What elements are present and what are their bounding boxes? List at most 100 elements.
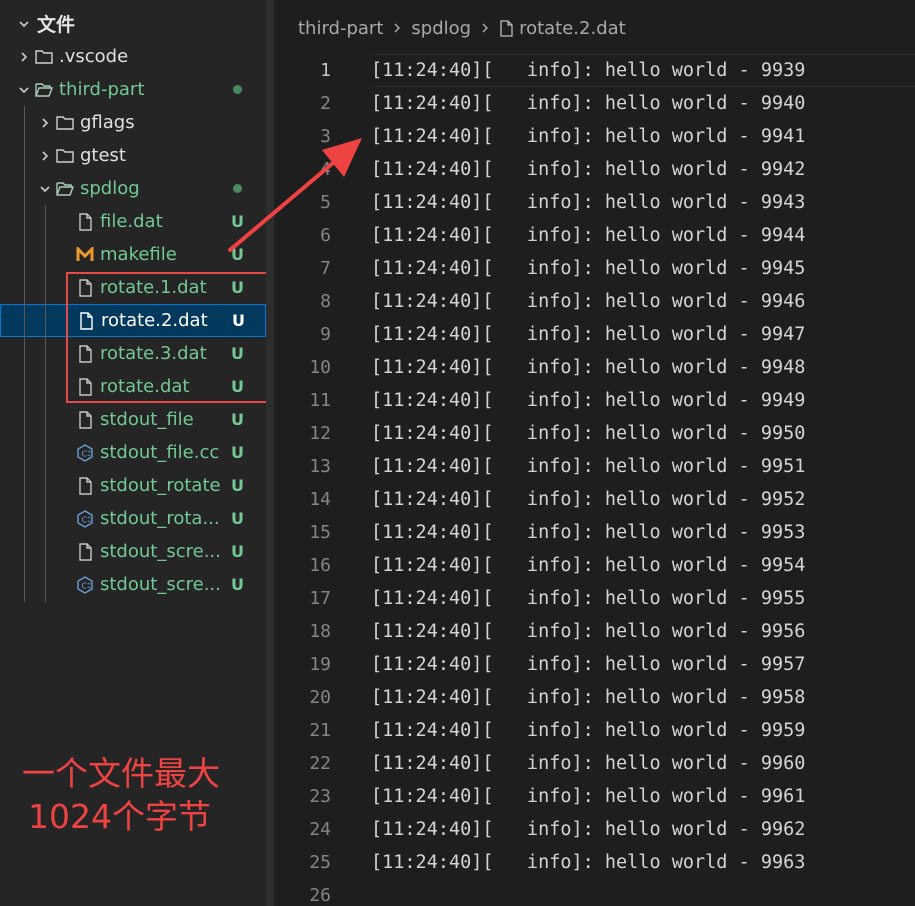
- svg-text:+: +: [87, 519, 91, 525]
- folder-icon: [56, 146, 74, 166]
- line-text: [11:24:40][ info]: hello world - 9952: [371, 489, 806, 510]
- code-line[interactable]: 6 [11:24:40][ info]: hello world - 9944: [274, 219, 915, 252]
- code-line[interactable]: 7 [11:24:40][ info]: hello world - 9945: [274, 252, 915, 285]
- tree-item[interactable]: stdout_scre... U: [0, 535, 266, 568]
- folder-open-icon: [56, 179, 74, 199]
- code-line[interactable]: 3 [11:24:40][ info]: hello world - 9941: [274, 120, 915, 153]
- line-text: [11:24:40][ info]: hello world - 9955: [371, 588, 806, 609]
- tree-item[interactable]: spdlog: [0, 172, 266, 205]
- folder-icon: [35, 47, 53, 67]
- tree-item[interactable]: file.dat U: [0, 205, 266, 238]
- code-line[interactable]: 8 [11:24:40][ info]: hello world - 9946: [274, 285, 915, 318]
- git-status-badge: U: [231, 509, 244, 528]
- line-number: 16: [309, 555, 331, 576]
- line-number: 3: [320, 126, 331, 147]
- twistie-spacer: [58, 413, 72, 427]
- code-line[interactable]: 12 [11:24:40][ info]: hello world - 9950: [274, 417, 915, 450]
- tree-item[interactable]: makefile U: [0, 238, 266, 271]
- chevron-down-icon: [38, 182, 52, 196]
- line-text: [11:24:40][ info]: hello world - 9951: [371, 456, 806, 477]
- code-line[interactable]: 4 [11:24:40][ info]: hello world - 9942: [274, 153, 915, 186]
- line-number: 10: [309, 357, 331, 378]
- highlight-box: [66, 272, 268, 403]
- line-number: 25: [309, 852, 331, 873]
- twistie-spacer: [58, 215, 72, 229]
- line-number: 22: [309, 753, 331, 774]
- line-number: 6: [320, 225, 331, 246]
- line-text: [11:24:40][ info]: hello world - 9942: [371, 159, 806, 180]
- tree-item[interactable]: stdout_file U: [0, 403, 266, 436]
- line-number: 24: [309, 819, 331, 840]
- chevron-down-icon: [17, 17, 31, 31]
- line-text: [11:24:40][ info]: hello world - 9941: [371, 126, 806, 147]
- editor[interactable]: third-part spdlog rotate.2.dat 1 [11:24:4…: [274, 0, 915, 906]
- tree-item-label: stdout_file.cc: [100, 442, 220, 463]
- breadcrumb-item-file[interactable]: rotate.2.dat: [519, 18, 626, 39]
- code-line[interactable]: 20 [11:24:40][ info]: hello world - 9958: [274, 681, 915, 714]
- tree-item[interactable]: gflags: [0, 106, 266, 139]
- chevron-down-icon: [17, 83, 31, 97]
- tree-item[interactable]: stdout_rotate U: [0, 469, 266, 502]
- tree-item[interactable]: .vscode: [0, 40, 266, 73]
- code-line[interactable]: 1 [11:24:40][ info]: hello world - 9939: [274, 54, 915, 87]
- twistie-spacer: [58, 578, 72, 592]
- tree-item[interactable]: C + + stdout_scre... U: [0, 568, 266, 601]
- tree-item[interactable]: C + + stdout_file.cc U: [0, 436, 266, 469]
- code-line[interactable]: 21 [11:24:40][ info]: hello world - 9959: [274, 714, 915, 747]
- line-text: [11:24:40][ info]: hello world - 9947: [371, 324, 806, 345]
- line-text: [11:24:40][ info]: hello world - 9946: [371, 291, 806, 312]
- code-line[interactable]: 5 [11:24:40][ info]: hello world - 9943: [274, 186, 915, 219]
- tree-item[interactable]: third-part: [0, 73, 266, 106]
- tree-item-label: stdout_rota...: [100, 508, 220, 529]
- line-number: 20: [309, 687, 331, 708]
- code-line[interactable]: 22 [11:24:40][ info]: hello world - 9960: [274, 747, 915, 780]
- annotation-note: 一个文件最大 1024个字节: [22, 752, 262, 838]
- git-status-badge: U: [231, 245, 244, 264]
- git-status-badge: U: [231, 410, 244, 429]
- breadcrumb-item-third-part[interactable]: third-part: [298, 18, 383, 39]
- code-line[interactable]: 17 [11:24:40][ info]: hello world - 9955: [274, 582, 915, 615]
- code-line[interactable]: 10 [11:24:40][ info]: hello world - 9948: [274, 351, 915, 384]
- line-text: [11:24:40][ info]: hello world - 9963: [371, 852, 806, 873]
- code-line[interactable]: 25 [11:24:40][ info]: hello world - 9963: [274, 846, 915, 879]
- code-line[interactable]: 2 [11:24:40][ info]: hello world - 9940: [274, 87, 915, 120]
- sidebar-sash[interactable]: [266, 0, 274, 906]
- code-line[interactable]: 19 [11:24:40][ info]: hello world - 9957: [274, 648, 915, 681]
- line-number: 21: [309, 720, 331, 741]
- indent-guide: [45, 205, 46, 602]
- tree-item[interactable]: gtest: [0, 139, 266, 172]
- code-line[interactable]: 13 [11:24:40][ info]: hello world - 9951: [274, 450, 915, 483]
- code-line[interactable]: 16 [11:24:40][ info]: hello world - 9954: [274, 549, 915, 582]
- tree-item-label: gflags: [80, 112, 135, 133]
- line-number: 9: [320, 324, 331, 345]
- code-line[interactable]: 26: [274, 879, 915, 906]
- chevron-right-icon: [17, 50, 31, 64]
- folder-open-icon: [35, 80, 53, 100]
- breadcrumb-item-spdlog[interactable]: spdlog: [411, 18, 471, 39]
- code-line[interactable]: 24 [11:24:40][ info]: hello world - 9962: [274, 813, 915, 846]
- line-text: [11:24:40][ info]: hello world - 9948: [371, 357, 806, 378]
- code-line[interactable]: 23 [11:24:40][ info]: hello world - 9961: [274, 780, 915, 813]
- code-line[interactable]: 15 [11:24:40][ info]: hello world - 9953: [274, 516, 915, 549]
- makefile-icon: [76, 245, 94, 265]
- twistie-spacer: [58, 545, 72, 559]
- line-number: 15: [309, 522, 331, 543]
- line-number: 18: [309, 621, 331, 642]
- line-text: [11:24:40][ info]: hello world - 9959: [371, 720, 806, 741]
- line-number: 12: [309, 423, 331, 444]
- annotation-note-line1: 一个文件最大: [22, 754, 220, 793]
- line-text: [11:24:40][ info]: hello world - 9944: [371, 225, 806, 246]
- explorer-section-header[interactable]: 文件: [0, 7, 266, 40]
- svg-text:+: +: [87, 453, 91, 459]
- code-line[interactable]: 9 [11:24:40][ info]: hello world - 9947: [274, 318, 915, 351]
- line-text: [11:24:40][ info]: hello world - 9961: [371, 786, 806, 807]
- code-line[interactable]: 11 [11:24:40][ info]: hello world - 9949: [274, 384, 915, 417]
- folder-icon: [56, 113, 74, 133]
- line-number: 8: [320, 291, 331, 312]
- chevron-right-icon: [392, 22, 402, 34]
- git-status-badge: U: [231, 212, 244, 231]
- tree-item[interactable]: C + + stdout_rota... U: [0, 502, 266, 535]
- twistie-spacer: [58, 446, 72, 460]
- code-line[interactable]: 18 [11:24:40][ info]: hello world - 9956: [274, 615, 915, 648]
- code-line[interactable]: 14 [11:24:40][ info]: hello world - 9952: [274, 483, 915, 516]
